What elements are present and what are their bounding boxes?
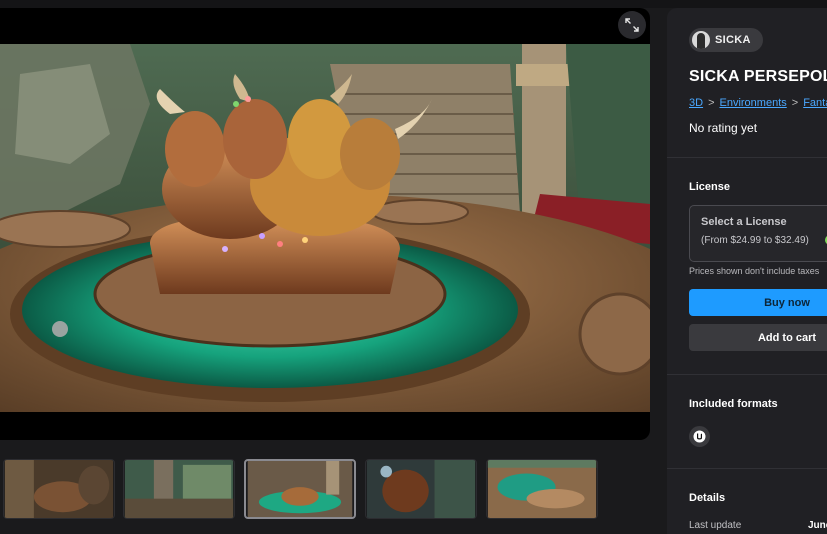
- formats-heading: Included formats: [689, 398, 778, 410]
- license-select-title: Select a License: [701, 216, 787, 228]
- rating-text: No rating yet: [689, 121, 758, 135]
- divider: [667, 374, 827, 375]
- license-heading: License: [689, 181, 730, 193]
- breadcrumb-environments[interactable]: Environments: [720, 97, 787, 109]
- expand-viewer-button[interactable]: [618, 11, 646, 39]
- divider: [667, 468, 827, 469]
- product-panel: SICKA SICKA PERSEPOLI 3D > Environments …: [667, 8, 827, 534]
- top-bar: [0, 0, 827, 8]
- last-update-value: June: [808, 520, 827, 531]
- product-title: SICKA PERSEPOLI: [689, 68, 827, 85]
- thumbnail-3[interactable]: [244, 459, 356, 519]
- seller-chip[interactable]: SICKA: [689, 28, 763, 52]
- breadcrumb-fantasy[interactable]: Fanta: [803, 97, 827, 109]
- buy-now-label: Buy now: [764, 296, 810, 309]
- details-heading: Details: [689, 492, 726, 504]
- unreal-engine-icon: [689, 426, 710, 447]
- thumbnail-strip: [0, 459, 650, 521]
- license-select[interactable]: Select a License (From $24.99 to $32.49): [689, 205, 827, 262]
- thumbnail-5[interactable]: [486, 459, 598, 519]
- tax-note: Prices shown don't include taxes: [689, 266, 820, 276]
- buy-now-button[interactable]: Buy now: [689, 289, 827, 316]
- expand-arrows-icon: [625, 18, 639, 32]
- thumbnail-4[interactable]: [365, 459, 477, 519]
- add-to-cart-button[interactable]: Add to cart: [689, 324, 827, 351]
- thumbnail-1[interactable]: [3, 459, 115, 519]
- license-price-range: (From $24.99 to $32.49): [701, 235, 809, 246]
- thumbnail-2[interactable]: [123, 459, 235, 519]
- add-to-cart-label: Add to cart: [757, 331, 817, 344]
- breadcrumb-3d[interactable]: 3D: [689, 97, 703, 109]
- seller-name: SICKA: [715, 34, 751, 46]
- preview-image: [0, 44, 650, 412]
- last-update-label: Last update: [689, 520, 742, 531]
- breadcrumb: 3D > Environments > Fanta: [689, 97, 827, 109]
- divider: [667, 157, 827, 158]
- chevron-right-icon: >: [708, 97, 715, 109]
- seller-avatar: [692, 31, 710, 49]
- chevron-right-icon: >: [791, 97, 799, 109]
- media-viewer[interactable]: [0, 8, 650, 440]
